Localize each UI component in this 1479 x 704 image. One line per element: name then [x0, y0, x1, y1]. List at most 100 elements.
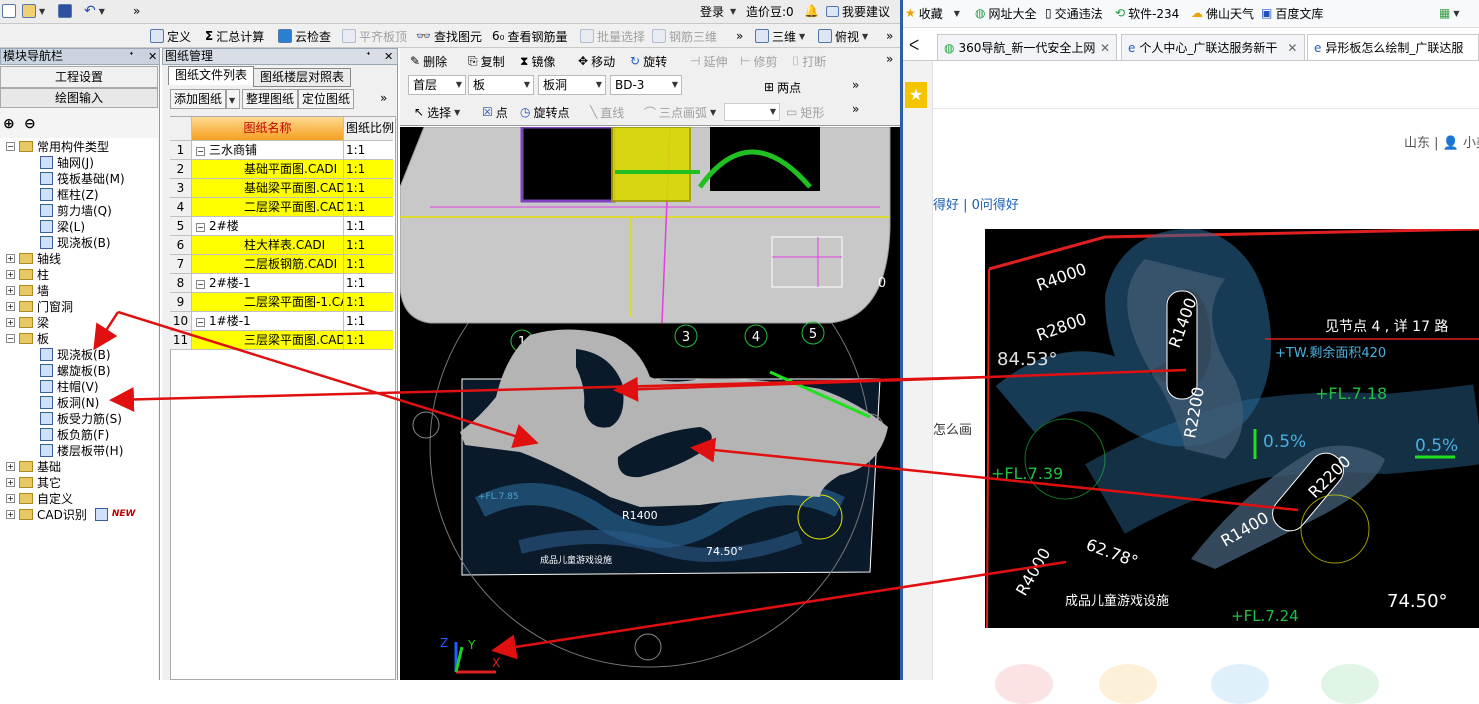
rebar-3d-button[interactable]: 钢筋三维 — [652, 25, 717, 47]
table-row[interactable]: 5−2#楼 1:1 — [170, 217, 393, 236]
collapse-all-icon[interactable]: ⊖ — [24, 116, 36, 132]
select-button[interactable]: ↖ 选择 ▼ — [414, 101, 460, 123]
trim-button[interactable]: ⊢ 修剪 — [740, 50, 777, 72]
tree-node-column[interactable]: + 柱 — [6, 266, 49, 282]
more-chevron-icon[interactable]: » — [886, 48, 893, 70]
close-icon[interactable]: ✕ — [148, 49, 157, 64]
expand-all-icon[interactable]: ⊕ — [3, 116, 15, 132]
drawing-input-button[interactable]: 绘图输入 — [0, 88, 158, 108]
locate-drawing-button[interactable]: 定位图纸 — [298, 89, 355, 109]
close-icon[interactable]: ✕ — [1100, 41, 1110, 55]
tree-item-grid[interactable]: 轴网(J) — [40, 154, 94, 170]
add-drawing-button[interactable]: 添加图纸 — [170, 89, 227, 109]
pin-icon[interactable]: ᐩ — [129, 49, 134, 64]
save-icon[interactable] — [58, 0, 72, 22]
arc-button[interactable]: ⌒ 三点画弧 ▼ — [644, 101, 716, 123]
tree-node-wall[interactable]: + 墙 — [6, 282, 49, 298]
table-row[interactable]: 4 二层梁平面图.CADI 1:1 — [170, 198, 393, 217]
region-label[interactable]: 山东 — [1404, 136, 1430, 151]
more-chevron-icon[interactable]: » — [133, 0, 140, 22]
find-elem-button[interactable]: 👓 查找图元 — [416, 25, 482, 47]
tree-item-raft[interactable]: 筏板基础(M) — [40, 170, 125, 186]
tree-node-beam[interactable]: + 梁 — [6, 314, 49, 330]
tree-item-cast-slab[interactable]: 现浇板(B) — [40, 234, 111, 250]
view-button[interactable]: 俯视 ▼ — [818, 25, 868, 47]
rotate-point-button[interactable]: ◷ 旋转点 — [520, 101, 570, 123]
collapse-toggle[interactable]: − — [196, 147, 205, 156]
define-button[interactable]: 定义 — [150, 25, 191, 47]
answer-links[interactable]: 得好 | 0问得好 — [933, 194, 1019, 213]
cloud-check-button[interactable]: 云检查 — [278, 25, 331, 47]
extend-button[interactable]: ⊣ 延伸 — [690, 50, 727, 72]
bookmark-traffic[interactable]: ▯ 交通违法 — [1045, 4, 1103, 22]
move-button[interactable]: ✥ 移动 — [578, 50, 615, 72]
new-icon[interactable] — [2, 0, 16, 22]
batch-select-button[interactable]: 批量选择 — [580, 25, 645, 47]
tree-item-neg-rebar[interactable]: 板负筋(F) — [40, 426, 109, 442]
copy-button[interactable]: ⎘ 复制 — [468, 50, 505, 72]
cad-viewport[interactable]: 1 3 4 5 0 R1400 74.50° 成品儿童游戏设施 +FL.7.85… — [400, 127, 900, 680]
collapse-toggle[interactable]: − — [196, 223, 205, 232]
login-caret-icon[interactable]: ▼ — [730, 0, 736, 22]
open-icon[interactable]: ▼ — [22, 0, 45, 22]
browser-tab-profile[interactable]: e 个人中心_广联达服务新干 ✕ — [1121, 34, 1305, 60]
more-chevron-icon[interactable]: » — [736, 25, 743, 47]
collapse-toggle[interactable]: − — [196, 280, 205, 289]
suggest-button[interactable]: 我要建议 — [826, 0, 890, 22]
tree-node-foundation[interactable]: + 基础 — [6, 458, 61, 474]
apps-grid-icon[interactable]: ▦ ▼ — [1439, 4, 1460, 22]
project-settings-button[interactable]: 工程设置 — [0, 66, 158, 88]
tree-item-shear-wall[interactable]: 剪力墙(Q) — [40, 202, 112, 218]
arc-param-select[interactable]: ▼ — [724, 103, 780, 121]
sub-select[interactable]: 板洞 ▼ — [538, 75, 606, 95]
bottom-circle-4[interactable] — [1321, 664, 1379, 704]
delete-button[interactable]: ✎ 删除 — [410, 50, 447, 72]
break-button[interactable]: ⌷ 打断 — [792, 50, 826, 72]
tree-item-column-cap[interactable]: 柱帽(V) — [40, 378, 99, 394]
rect-button[interactable]: ▭ 矩形 — [786, 101, 824, 123]
tree-node-custom[interactable]: + 自定义 — [6, 490, 73, 506]
user-name[interactable]: 小美 — [1463, 136, 1479, 151]
close-icon[interactable]: ✕ — [1287, 41, 1297, 55]
more-chevron-icon[interactable]: » — [886, 25, 893, 47]
tree-node-axis[interactable]: + 轴线 — [6, 250, 61, 266]
table-row[interactable]: 2 基础平面图.CADI 1:1 — [170, 160, 393, 179]
tab-drawing-files[interactable]: 图纸文件列表 — [168, 66, 255, 85]
pin-icon[interactable]: ᐩ — [366, 49, 371, 64]
tree-item-frame-column[interactable]: 框柱(Z) — [40, 186, 99, 202]
table-row[interactable]: 8−2#楼-1 1:1 — [170, 274, 393, 293]
bookmark-site-nav[interactable]: ◍ 网址大全 — [975, 4, 1037, 22]
browser-tab-360[interactable]: ◍ 360导航_新一代安全上网 ✕ — [937, 34, 1117, 60]
tree-node-common[interactable]: − 常用构件类型 — [6, 138, 109, 154]
tree-item-beam[interactable]: 梁(L) — [40, 218, 85, 234]
login-link[interactable]: 登录 — [700, 0, 724, 22]
bottom-circle-1[interactable] — [995, 664, 1053, 704]
tree-node-cad[interactable]: + CAD识别 NEW — [6, 506, 135, 522]
add-drawing-dropdown[interactable]: ▼ — [226, 89, 240, 109]
more-chevron-icon[interactable]: » — [852, 98, 859, 120]
table-row[interactable]: 1− 三水商铺 1:1 — [170, 141, 393, 160]
favorite-star-button[interactable]: ★ — [905, 82, 927, 108]
bookmark-favorites[interactable]: ★ 收藏 ▼ — [905, 4, 960, 22]
tab-drawing-floors[interactable]: 图纸楼层对照表 — [253, 68, 352, 87]
line-button[interactable]: ╲ 直线 — [590, 101, 624, 123]
undo-icon[interactable]: ↶ ▼ — [84, 0, 105, 22]
table-row[interactable]: 7 二层板钢筋.CADI 1:1 — [170, 255, 393, 274]
rotate-button[interactable]: ↻ 旋转 — [630, 50, 667, 72]
tree-item-slab-cast[interactable]: 现浇板(B) — [40, 346, 111, 362]
three-d-button[interactable]: 三维 ▼ — [755, 25, 805, 47]
table-row[interactable]: 6 柱大样表.CADI 1:1 — [170, 236, 393, 255]
more-chevron-icon[interactable]: » — [852, 74, 859, 96]
more-chevron-icon[interactable]: » — [380, 91, 387, 105]
arrange-drawing-button[interactable]: 整理图纸 — [242, 89, 299, 109]
table-row[interactable]: 11 三层梁平面图.CADI 1:1 — [170, 331, 393, 350]
table-row[interactable]: 3 基础梁平面图.CADI 1:1 — [170, 179, 393, 198]
tab-scroll-left-icon[interactable]: ᐸ — [909, 38, 919, 54]
table-row[interactable]: 9 二层梁平面图-1.CADI1:1 — [170, 293, 393, 312]
collapse-toggle[interactable]: − — [196, 318, 205, 327]
view-rebar-button[interactable]: 6₀ 查看钢筋量 — [492, 25, 567, 47]
align-top-button[interactable]: 平齐板顶 — [342, 25, 407, 47]
tree-item-floor-band[interactable]: 楼层板带(H) — [40, 442, 123, 458]
code-select[interactable]: BD-3 ▼ — [610, 75, 682, 95]
bottom-circle-3[interactable] — [1211, 664, 1269, 704]
